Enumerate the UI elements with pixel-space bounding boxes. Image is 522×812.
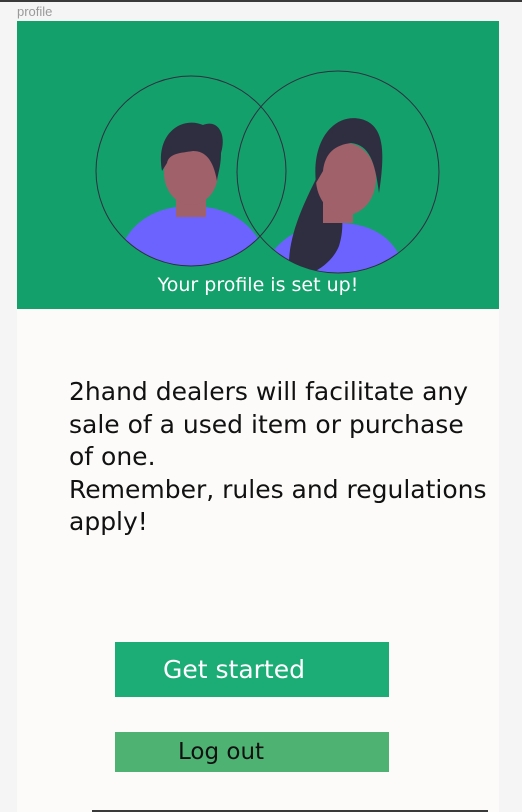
profile-screen: Your profile is set up! 2hand dealers wi…: [17, 21, 499, 812]
info-text: 2hand dealers will facilitate any sale o…: [69, 376, 489, 539]
frame-label: profile: [17, 4, 53, 19]
hero-banner: Your profile is set up!: [17, 21, 499, 309]
info-paragraph-2: Remember, rules and regulations apply!: [69, 474, 487, 537]
two-avatars-illustration: [95, 70, 440, 274]
get-started-button[interactable]: Get started: [115, 642, 389, 697]
info-paragraph-1: 2hand dealers will facilitate any sale o…: [69, 377, 469, 471]
hero-edge: [447, 309, 499, 311]
profile-setup-caption: Your profile is set up!: [157, 274, 359, 296]
log-out-button[interactable]: Log out: [115, 732, 389, 772]
male-avatar: [95, 75, 287, 267]
female-avatar: [236, 70, 440, 274]
window-top-edge: [0, 0, 522, 2]
